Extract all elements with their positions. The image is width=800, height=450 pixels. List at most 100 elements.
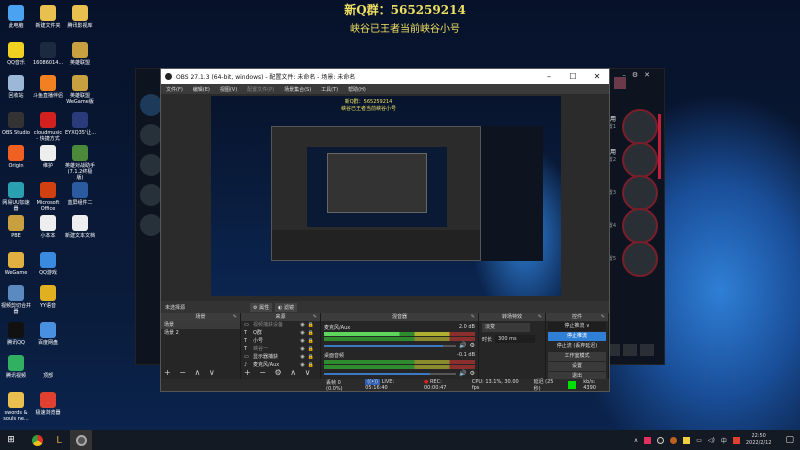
- close-button[interactable]: ✕: [585, 72, 609, 81]
- rank-icon[interactable]: [140, 214, 162, 236]
- tray-app-icon[interactable]: [644, 436, 652, 444]
- mic-icon[interactable]: [640, 344, 654, 356]
- desktop-icon[interactable]: QQ游戏: [33, 252, 63, 276]
- volume-icon[interactable]: ◁): [708, 437, 715, 444]
- menu-edit[interactable]: 编辑(E): [193, 86, 210, 93]
- obs-taskbar-icon[interactable]: [70, 430, 92, 450]
- scrollbar[interactable]: [658, 114, 661, 179]
- desktop-icon[interactable]: Microsoft Office: [33, 182, 63, 212]
- properties-button[interactable]: ⚙ 属性: [250, 302, 273, 312]
- desktop-icon[interactable]: 腾讯视频: [1, 355, 31, 379]
- gear-icon[interactable]: ⚙: [470, 370, 475, 377]
- visibility-lock-icons[interactable]: ◉🔒: [300, 321, 317, 329]
- obs-tray-icon[interactable]: [657, 436, 665, 444]
- menu-help[interactable]: 帮助(H): [348, 86, 366, 93]
- studio-mode-button[interactable]: 工作室模式: [548, 352, 606, 361]
- preview-canvas[interactable]: 新Q群：565259214 峡谷已王者当前峡谷小号: [211, 96, 561, 296]
- volume-slider[interactable]: [324, 372, 457, 375]
- desktop-icon[interactable]: 视频剪切合并器: [1, 285, 31, 315]
- desktop-icon[interactable]: 蓝屏组件二: [65, 182, 95, 206]
- desktop-icon[interactable]: cloudmusic - 快捷方式: [33, 112, 63, 142]
- desktop-icon[interactable]: 维护: [33, 145, 63, 169]
- rank-icon[interactable]: [140, 124, 162, 146]
- avatar[interactable]: [140, 94, 162, 116]
- minimize-button[interactable]: –: [537, 72, 561, 81]
- desktop-icon[interactable]: Origin: [1, 145, 31, 169]
- champion-slot[interactable]: [622, 142, 658, 178]
- source-controls[interactable]: + − ⚙ ∧ ∨: [244, 368, 313, 377]
- clock[interactable]: 22:50 2022/2/12: [746, 433, 772, 447]
- desktop-icon[interactable]: 此电脑: [1, 5, 31, 29]
- source-item[interactable]: T Q群 ◉🔒: [241, 329, 320, 337]
- tray-app-icon[interactable]: [683, 436, 691, 444]
- menu-profile[interactable]: 配置文件(P): [247, 86, 274, 93]
- desktop-icon[interactable]: 网易UU加速器: [1, 182, 31, 212]
- scene-item[interactable]: 场景 2: [161, 329, 240, 337]
- desktop-icon[interactable]: 英雄联盟 WeGame版: [65, 75, 95, 105]
- desktop-icon[interactable]: 百度网盘: [33, 322, 63, 346]
- desktop-icon[interactable]: 顶部: [33, 355, 63, 379]
- source-item[interactable]: ▭ 显示器捕获 ◉🔒: [241, 353, 320, 361]
- visibility-lock-icons[interactable]: ◉🔒: [300, 353, 317, 361]
- desktop-icon[interactable]: QQ音乐: [1, 42, 31, 66]
- transition-select[interactable]: 淡变: [482, 323, 530, 332]
- tray-app-icon[interactable]: [732, 436, 740, 444]
- chevron-up-icon[interactable]: ∧: [634, 437, 638, 444]
- rank-icon[interactable]: [140, 184, 162, 206]
- desktop-icon[interactable]: 腾讯QQ: [1, 322, 31, 346]
- menu-file[interactable]: 文件(F): [166, 86, 183, 93]
- champion-slot[interactable]: [622, 175, 658, 211]
- champion-slot[interactable]: [622, 109, 658, 145]
- filters-button[interactable]: ◐ 滤镜: [275, 302, 298, 312]
- notification-icon[interactable]: ▢: [785, 435, 794, 445]
- champion-slot[interactable]: [622, 241, 658, 277]
- desktop-icon[interactable]: WeGame: [1, 252, 31, 276]
- source-item[interactable]: T 峡谷一 ◉🔒: [241, 345, 320, 353]
- desktop-icon[interactable]: 腾讯影视库: [65, 5, 95, 29]
- league-taskbar-icon[interactable]: L: [48, 430, 70, 450]
- visibility-lock-icons[interactable]: ◉🔒: [300, 337, 317, 345]
- ime-icon[interactable]: 中: [721, 436, 727, 445]
- desktop-icon[interactable]: 新建文件夹: [33, 5, 63, 29]
- duration-input[interactable]: 300 ms: [495, 335, 536, 343]
- desktop-icon[interactable]: swords & souls ne...: [1, 392, 31, 422]
- desktop-icon[interactable]: 新建文本文档: [65, 215, 95, 239]
- desktop-icon[interactable]: 16086014...: [33, 42, 63, 66]
- stream-dropdown[interactable]: 停止推流 ∨: [548, 322, 606, 331]
- desktop-icon[interactable]: 极速浏览器: [33, 392, 63, 416]
- note-icon[interactable]: [623, 344, 637, 356]
- network-icon[interactable]: ▭: [696, 437, 702, 444]
- desktop-icon[interactable]: 回收站: [1, 75, 31, 99]
- scene-item[interactable]: 场景: [161, 321, 240, 329]
- desktop-icon[interactable]: 英雄对战助手 (7.1.2终极版): [65, 145, 95, 181]
- desktop-icon[interactable]: YY语音: [33, 285, 63, 309]
- settings-button[interactable]: 设置: [548, 362, 606, 371]
- menu-tools[interactable]: 工具(T): [321, 86, 338, 93]
- desktop-icon[interactable]: 斗鱼直播伴侣: [33, 75, 63, 99]
- menu-scene-collection[interactable]: 场景集合(S): [284, 86, 311, 93]
- start-button[interactable]: ⊞: [0, 430, 22, 450]
- source-item[interactable]: T 小号 ◉🔒: [241, 337, 320, 345]
- maximize-button[interactable]: ☐: [561, 72, 585, 81]
- desktop-icon[interactable]: 小本本: [33, 215, 63, 239]
- speaker-icon[interactable]: 🔊: [459, 370, 466, 377]
- volume-slider[interactable]: [324, 344, 457, 347]
- menu-stop-stream[interactable]: 停止推流: [548, 332, 606, 341]
- tray-app-icon[interactable]: [670, 436, 678, 444]
- champion-slot[interactable]: [622, 208, 658, 244]
- scene-controls[interactable]: + − ∧ ∨: [164, 368, 218, 377]
- preview-area[interactable]: 新Q群：565259214 峡谷已王者当前峡谷小号: [161, 94, 609, 301]
- desktop-icon[interactable]: PBE: [1, 215, 31, 239]
- desktop-icon[interactable]: OBS Studio: [1, 112, 31, 136]
- menu-stop-discard[interactable]: 停止流 (丢弃延迟): [548, 342, 606, 351]
- chrome-taskbar-icon[interactable]: [26, 430, 48, 450]
- game-window-controls[interactable]: –⚙✕: [622, 71, 656, 79]
- desktop-icon[interactable]: EYXQ35'让...: [65, 112, 96, 136]
- visibility-lock-icons[interactable]: ◉🔒: [300, 345, 317, 353]
- desktop-icon[interactable]: 英雄联盟: [65, 42, 95, 66]
- gear-icon[interactable]: ⚙: [470, 342, 475, 349]
- rank-icon[interactable]: [140, 154, 162, 176]
- source-item[interactable]: ▭ 视频捕获设备 ◉🔒: [241, 321, 320, 329]
- menu-view[interactable]: 视图(V): [220, 86, 237, 93]
- visibility-lock-icons[interactable]: ◉🔒: [300, 329, 317, 337]
